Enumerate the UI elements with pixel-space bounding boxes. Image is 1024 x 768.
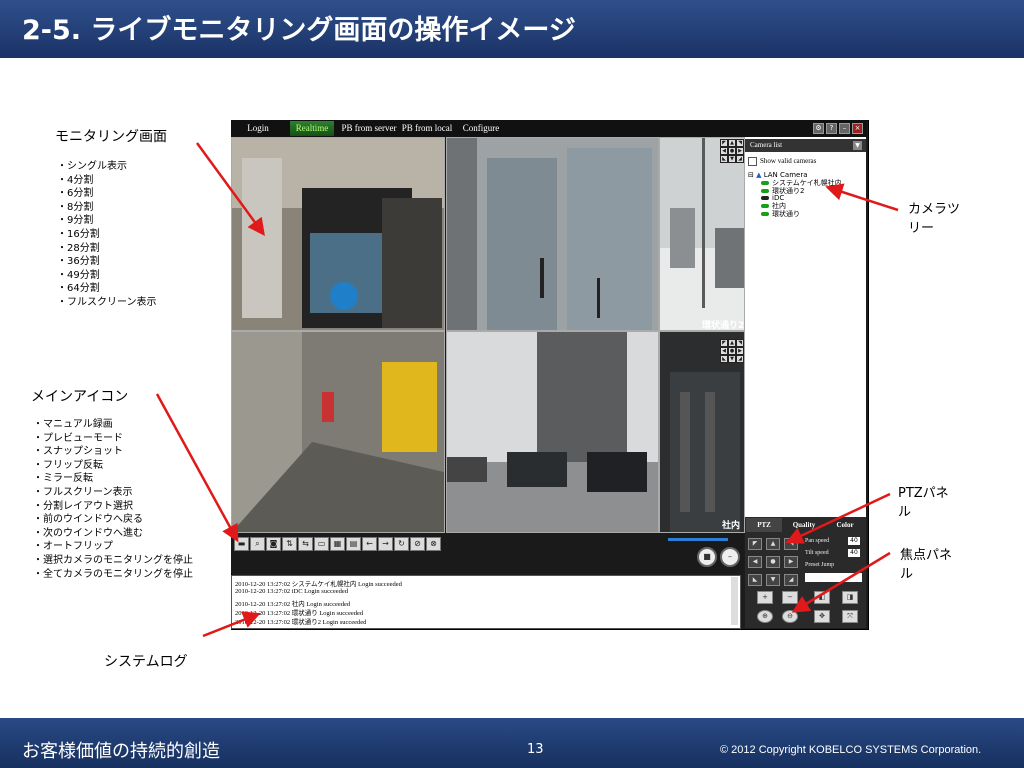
arrow-system-log bbox=[202, 611, 261, 638]
annotation-arrows bbox=[155, 142, 899, 638]
page-number: 13 bbox=[527, 742, 544, 757]
footer-copyright: © 2012 Copyright KOBELCO SYSTEMS Corpora… bbox=[720, 744, 982, 756]
arrow-ptz-panel bbox=[785, 492, 891, 544]
arrow-icons bbox=[155, 393, 239, 543]
footer-tagline: お客様価値の持続的創造 bbox=[22, 741, 220, 762]
arrow-camera-tree bbox=[825, 183, 899, 212]
arrow-focus-panel bbox=[791, 551, 891, 613]
arrow-monitor bbox=[195, 142, 265, 237]
